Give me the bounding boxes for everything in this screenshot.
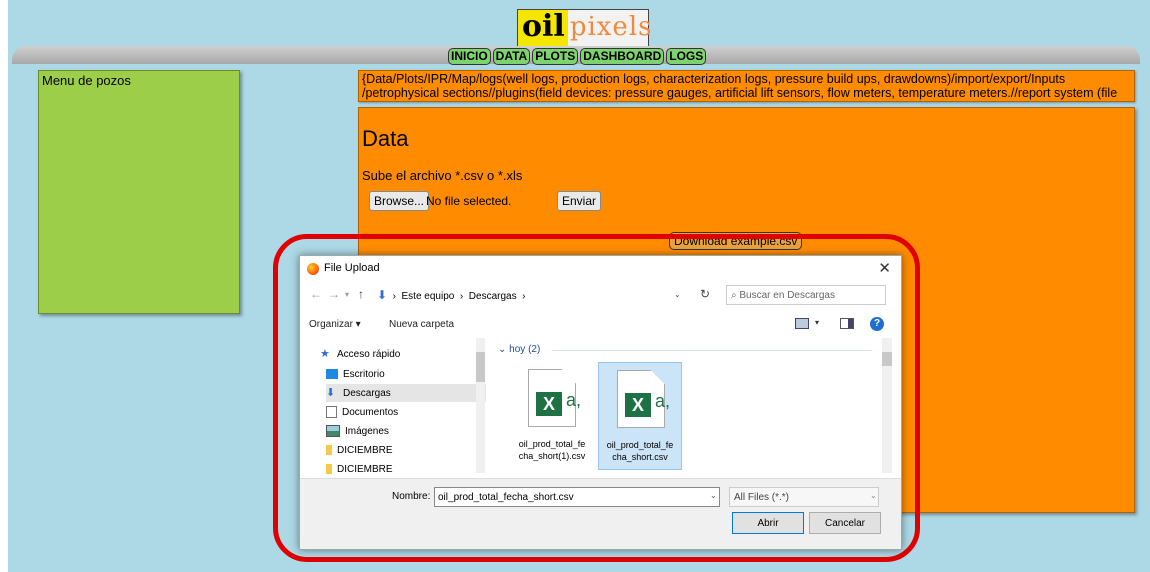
excel-icon: X <box>625 393 651 417</box>
files-pane: ⌄ hoy (2) X a, oil_prod_total_fe cha_sho… <box>492 338 882 475</box>
main-nav: INICIO DATA PLOTS DASHBOARD LOGS <box>448 48 707 65</box>
folder-icon <box>326 445 332 455</box>
close-icon[interactable]: ✕ <box>878 259 891 277</box>
path-segment[interactable]: Este equipo <box>402 291 455 302</box>
filename-dropdown-icon[interactable]: ⌄ <box>710 491 717 500</box>
dialog-footer: Nombre: oil_prod_total_fecha_short.csv ⌄… <box>300 478 901 549</box>
documents-icon <box>326 406 337 418</box>
file-name: oil_prod_total_fe cha_short(1).csv <box>518 439 586 461</box>
dialog-toolbar: Organizar ▾ Nueva carpeta ▾ ? <box>300 314 901 336</box>
nav-item-quick-access[interactable]: ★ Acceso rápido <box>320 345 480 363</box>
dialog-title: File Upload <box>324 262 380 274</box>
logo-pixels: pixels <box>569 12 653 42</box>
excel-icon: X <box>536 392 562 416</box>
upload-label: Sube el archivo *.csv o *.xls <box>362 168 523 183</box>
logo-oil: oil <box>518 10 568 46</box>
nav-item-folder[interactable]: DICIEMBRE <box>326 460 486 475</box>
refresh-icon[interactable]: ↻ <box>700 287 710 301</box>
well-menu: Menu de pozos <box>38 70 240 314</box>
nav-item-desktop[interactable]: Escritorio <box>326 365 486 383</box>
recent-dropdown-icon[interactable]: ▾ <box>345 290 349 299</box>
view-dropdown-icon[interactable]: ▾ <box>815 318 819 327</box>
back-arrow-icon[interactable]: ← <box>310 287 322 301</box>
organize-button[interactable]: Organizar ▾ <box>309 319 361 330</box>
path-bar[interactable]: ⬇ › Este equipo › Descargas › <box>377 285 687 305</box>
nav-pane-scrollbar[interactable] <box>476 338 485 473</box>
submit-button[interactable]: Enviar <box>557 191 602 211</box>
info-text: {Data/Plots/IPR/Map/logs(well logs, prod… <box>362 72 1118 101</box>
path-segment[interactable]: Descargas <box>469 291 517 302</box>
well-menu-title: Menu de pozos <box>42 73 131 88</box>
file-item-selected[interactable]: X a, oil_prod_total_fe cha_short.csv <box>598 362 682 470</box>
star-icon: ★ <box>320 348 330 360</box>
nav-data-button[interactable]: DATA <box>492 48 531 65</box>
address-row: ← → ▾ ↑ ⬇ › Este equipo › Descargas › ⌄ … <box>300 284 901 308</box>
filename-label: Nombre: <box>392 491 431 502</box>
group-header[interactable]: ⌄ hoy (2) <box>498 344 540 355</box>
path-dropdown-icon[interactable]: ⌄ <box>674 290 681 299</box>
downloads-arrow-icon: ⬇ <box>377 288 388 302</box>
cancel-button[interactable]: Cancelar <box>809 512 881 534</box>
search-placeholder: Buscar en Descargas <box>739 290 835 301</box>
file-upload-dialog: File Upload ✕ ← → ▾ ↑ ⬇ › Este equipo › … <box>299 255 902 550</box>
excel-a-icon: a, <box>655 391 671 411</box>
search-input[interactable]: ⌕ Buscar en Descargas <box>726 285 886 305</box>
files-pane-scrollbar[interactable] <box>882 338 892 473</box>
nav-item-pictures[interactable]: Imágenes <box>326 422 486 440</box>
nav-logs-button[interactable]: LOGS <box>666 48 707 65</box>
group-divider <box>552 350 872 351</box>
filename-input[interactable]: oil_prod_total_fecha_short.csv <box>434 487 720 507</box>
file-item[interactable]: X a, oil_prod_total_fe cha_short(1).csv <box>510 362 594 470</box>
folder-icon <box>326 464 332 474</box>
nav-plots-button[interactable]: PLOTS <box>532 48 579 65</box>
file-type-select[interactable]: All Files (*.*) <box>729 487 879 507</box>
preview-pane-icon[interactable] <box>840 318 854 329</box>
data-title: Data <box>362 126 409 151</box>
info-box: {Data/Plots/IPR/Map/logs(well logs, prod… <box>358 70 1135 102</box>
nav-item-folder[interactable]: DICIEMBRE <box>326 441 486 459</box>
dialog-titlebar: File Upload ✕ <box>300 256 901 282</box>
pictures-icon <box>326 425 340 437</box>
scrollbar-thumb[interactable] <box>476 352 485 382</box>
help-icon[interactable]: ? <box>870 317 884 331</box>
desktop-icon <box>326 369 338 379</box>
navigation-pane: ★ Acceso rápido Escritorio ⬇ Descargas D… <box>300 338 490 475</box>
nav-inicio-button[interactable]: INICIO <box>448 48 491 65</box>
view-options-icon[interactable] <box>795 318 809 329</box>
search-icon: ⌕ <box>731 290 737 301</box>
firefox-icon <box>307 263 319 275</box>
page-background: oil pixels INICIO DATA PLOTS DASHBOARD L… <box>8 0 1150 572</box>
up-arrow-icon[interactable]: ↑ <box>358 287 364 301</box>
no-file-label: No file selected. <box>426 194 512 208</box>
nav-item-downloads[interactable]: ⬇ Descargas <box>326 384 486 402</box>
new-folder-button[interactable]: Nueva carpeta <box>389 319 454 330</box>
downloads-icon: ⬇ <box>326 387 336 399</box>
open-button[interactable]: Abrir <box>732 512 804 534</box>
file-name: oil_prod_total_fe cha_short.csv <box>606 440 674 462</box>
browse-button[interactable]: Browse... <box>369 191 430 211</box>
nav-item-documents[interactable]: Documentos <box>326 403 486 421</box>
scrollbar-thumb[interactable] <box>882 352 892 366</box>
excel-a-icon: a, <box>566 390 582 410</box>
forward-arrow-icon[interactable]: → <box>328 287 340 301</box>
nav-dashboard-button[interactable]: DASHBOARD <box>580 48 665 65</box>
logo: oil pixels <box>517 9 651 47</box>
file-type-dropdown-icon[interactable]: ⌄ <box>870 491 877 500</box>
